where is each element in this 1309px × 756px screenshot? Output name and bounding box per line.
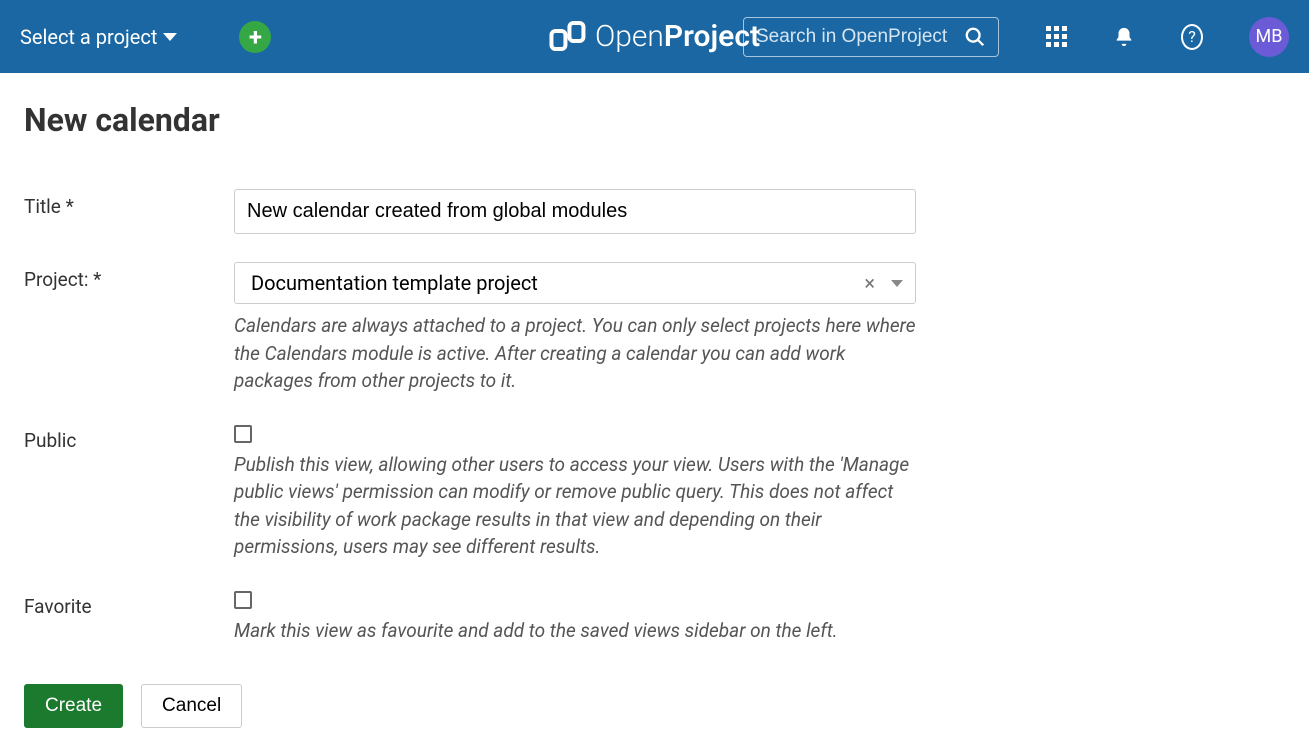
search-icon	[964, 26, 986, 48]
bell-icon	[1113, 26, 1135, 48]
favorite-label: Favorite	[24, 589, 234, 645]
grid-icon	[1046, 26, 1067, 47]
cancel-button[interactable]: Cancel	[141, 684, 242, 728]
project-selected-value: Documentation template project	[251, 271, 856, 295]
project-selector-label: Select a project	[20, 25, 157, 49]
user-avatar[interactable]: MB	[1249, 17, 1289, 57]
clear-icon[interactable]: ×	[856, 271, 883, 295]
project-help-text: Calendars are always attached to a proje…	[234, 312, 916, 395]
openproject-logo-icon	[549, 19, 585, 55]
project-selector[interactable]: Select a project	[20, 25, 177, 49]
public-label: Public	[24, 423, 234, 561]
plus-icon: +	[249, 23, 262, 51]
help-button[interactable]: ?	[1181, 26, 1203, 48]
public-checkbox[interactable]	[234, 425, 252, 443]
search-input[interactable]	[756, 26, 964, 48]
title-input[interactable]	[234, 189, 916, 234]
project-select-input[interactable]: Documentation template project ×	[234, 262, 916, 304]
create-button[interactable]: Create	[24, 684, 123, 728]
question-mark-icon: ?	[1181, 24, 1203, 50]
public-row: Public Publish this view, allowing other…	[24, 423, 1285, 561]
modules-menu-button[interactable]	[1045, 26, 1067, 48]
project-row: Project: Documentation template project …	[24, 262, 1285, 395]
favorite-help-text: Mark this view as favourite and add to t…	[234, 617, 916, 645]
app-logo: OpenProject	[549, 19, 760, 55]
public-help-text: Publish this view, allowing other users …	[234, 451, 916, 561]
logo-text: OpenProject	[595, 19, 760, 54]
page-title: New calendar	[24, 101, 1285, 139]
favorite-checkbox[interactable]	[234, 591, 252, 609]
title-row: Title	[24, 189, 1285, 234]
chevron-down-icon	[163, 33, 177, 41]
chevron-down-icon[interactable]	[891, 280, 903, 287]
form-actions: Create Cancel	[24, 684, 1285, 728]
avatar-initials: MB	[1256, 26, 1283, 47]
top-navbar: Select a project + OpenProject	[0, 0, 1309, 73]
favorite-row: Favorite Mark this view as favourite and…	[24, 589, 1285, 645]
global-search[interactable]	[743, 17, 999, 57]
title-label: Title	[24, 189, 234, 234]
quick-add-button[interactable]: +	[239, 21, 271, 53]
notifications-button[interactable]	[1113, 26, 1135, 48]
main-content: New calendar Title Project: Documentatio…	[0, 73, 1309, 756]
project-label: Project:	[24, 262, 234, 395]
